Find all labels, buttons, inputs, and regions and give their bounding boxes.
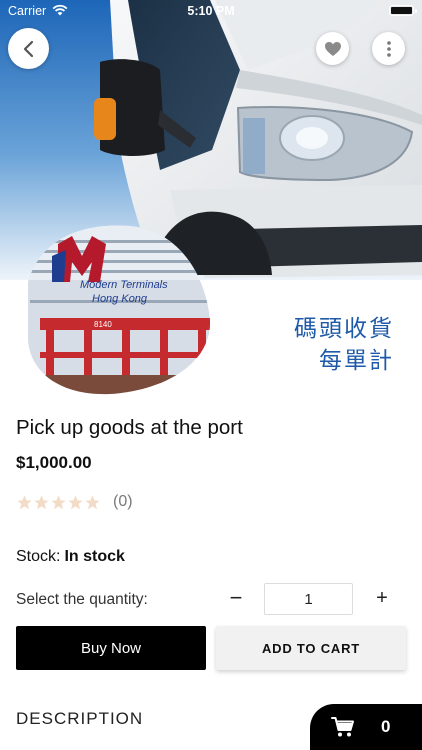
chevron-left-icon	[23, 40, 33, 57]
promo-line-2: 每單計	[319, 348, 394, 374]
cart-icon	[331, 717, 354, 737]
promo-text: 碼頭收貨 每單計	[294, 313, 394, 377]
buy-now-button[interactable]: Buy Now	[16, 626, 206, 670]
quantity-decrement-button[interactable]: −	[225, 584, 247, 614]
status-time: 5:10 PM	[187, 4, 235, 18]
stock-label: Stock:	[16, 548, 61, 565]
battery-icon	[389, 5, 417, 16]
back-button[interactable]	[8, 28, 49, 69]
quantity-label: Select the quantity:	[16, 591, 148, 608]
review-count: (0)	[113, 493, 133, 510]
star-icon	[17, 494, 32, 509]
product-title: Pick up goods at the port	[16, 416, 243, 439]
quantity-increment-button[interactable]: +	[371, 584, 393, 614]
add-to-cart-button[interactable]: ADD TO CART	[216, 626, 406, 670]
logo-text: Modern Terminals	[80, 279, 168, 291]
product-image: Modern Terminals Hong Kong 8140 Carrier …	[0, 0, 422, 395]
cart-count: 0	[381, 717, 391, 736]
product-price: $1,000.00	[16, 453, 92, 472]
favorite-button[interactable]	[316, 32, 349, 65]
crane-label: 8140	[94, 320, 112, 329]
promo-line-1: 碼頭收貨	[294, 316, 394, 342]
more-vertical-icon	[386, 40, 391, 57]
star-icon	[51, 494, 66, 509]
star-icon	[85, 494, 100, 509]
heart-icon	[324, 41, 341, 56]
star-icon	[34, 494, 49, 509]
description-heading: DESCRIPTION	[16, 709, 144, 728]
stock-status: Stock: In stock	[16, 548, 125, 566]
cart-button[interactable]: 0	[310, 704, 422, 750]
star-icon	[68, 494, 83, 509]
more-options-button[interactable]	[372, 32, 405, 65]
quantity-input[interactable]	[264, 583, 353, 615]
stock-value: In stock	[64, 548, 125, 565]
rating[interactable]: (0)	[16, 493, 133, 511]
status-bar: Carrier 5:10 PM	[0, 0, 422, 22]
logo-text-line2: Hong Kong	[92, 293, 148, 305]
